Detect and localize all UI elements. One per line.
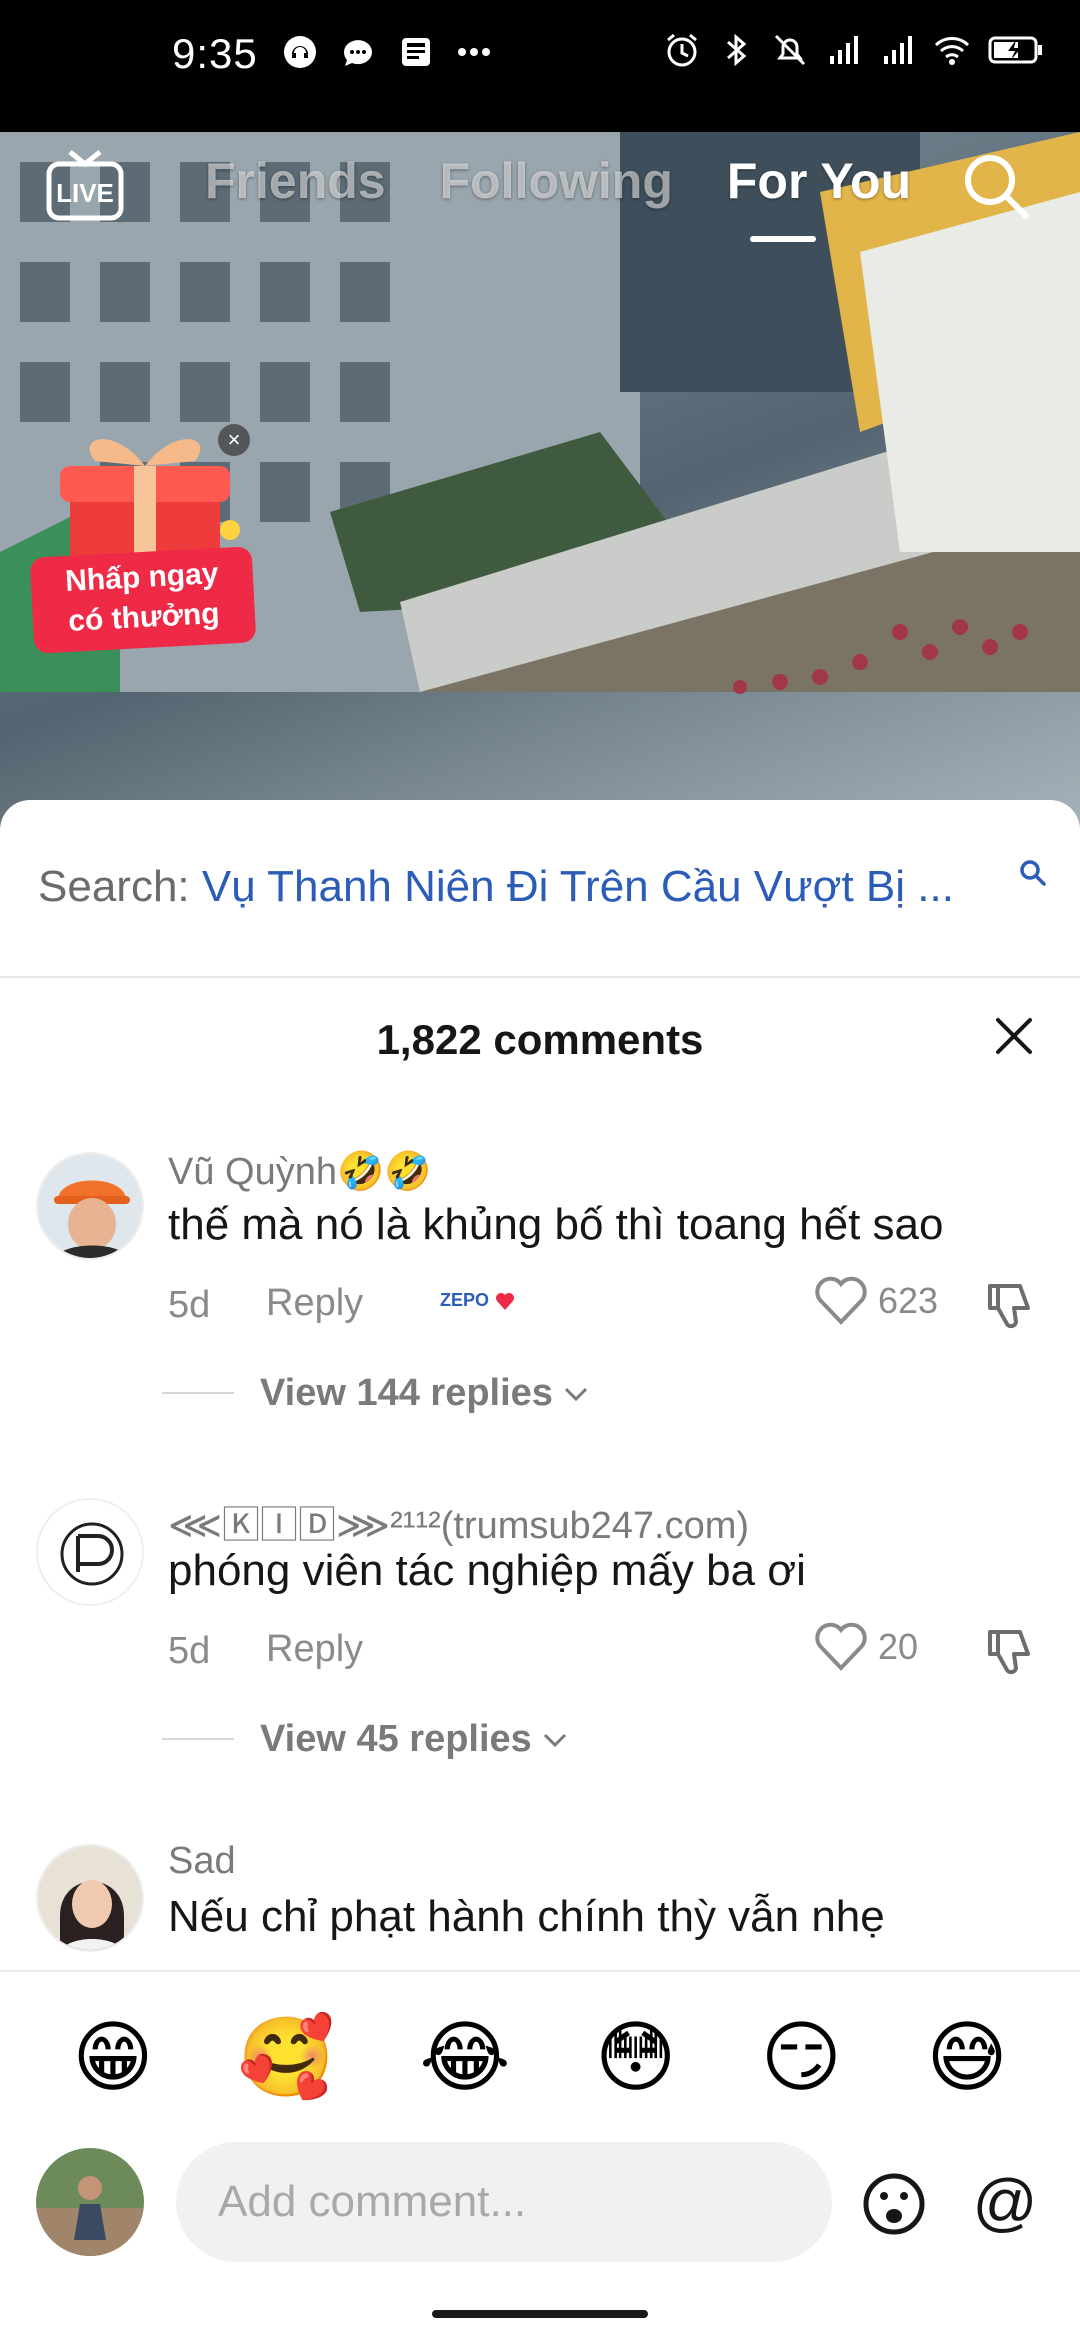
- feed-tabs: Friends Following For You: [205, 152, 965, 210]
- notification-icons: [282, 34, 492, 70]
- comment-age: 5d: [168, 1630, 211, 1672]
- status-time: 9:35: [172, 30, 258, 77]
- more-dots-icon: [458, 48, 490, 56]
- avatar[interactable]: [36, 1152, 144, 1260]
- chat-bubble-icon: [343, 40, 372, 66]
- replies-divider: [162, 1392, 234, 1394]
- chevron-down-icon: [543, 1733, 566, 1747]
- bluetooth-icon: [727, 33, 747, 67]
- emoji-flushed[interactable]: 😳: [595, 2010, 676, 2106]
- bell-muted-icon: [774, 34, 806, 66]
- comment-text: Nếu chỉ phạt hành chính thỳ vẫn nhẹ: [168, 1892, 885, 1941]
- promo-close-button[interactable]: ×: [218, 424, 250, 456]
- divider: [0, 976, 1080, 978]
- news-icon: [402, 38, 430, 66]
- badge-text: ZEPO: [440, 1290, 490, 1310]
- heart-icon: [496, 1293, 515, 1311]
- avatar[interactable]: [36, 1844, 144, 1952]
- search-icon[interactable]: [1018, 858, 1048, 888]
- signal-icon: [830, 36, 858, 64]
- like-button[interactable]: 20: [814, 1622, 918, 1672]
- creator-liked-badge: ZEPO: [440, 1290, 516, 1312]
- avatar-image: [38, 1846, 142, 1950]
- chevron-down-icon: [564, 1387, 588, 1401]
- like-button[interactable]: 623: [814, 1276, 938, 1326]
- comment-age: 5d: [168, 1284, 211, 1326]
- replies-divider: [162, 1738, 234, 1740]
- live-icon[interactable]: LIVE: [46, 148, 124, 222]
- headset-icon: [284, 36, 316, 68]
- emoji-picker-icon[interactable]: [862, 2172, 926, 2236]
- close-icon[interactable]: [992, 1014, 1036, 1058]
- divider: [0, 1970, 1080, 1972]
- promo-label[interactable]: Nhấp ngay có thưởng: [29, 546, 257, 654]
- add-comment-input[interactable]: [176, 2142, 832, 2262]
- view-replies-button[interactable]: View 45 replies: [260, 1718, 568, 1761]
- emoji-tears-of-joy[interactable]: 😂: [419, 2010, 510, 2106]
- view-replies-label: View 45 replies: [260, 1718, 532, 1760]
- tab-following[interactable]: Following: [440, 152, 673, 210]
- comment-author[interactable]: Sad: [168, 1840, 236, 1883]
- search-term-link[interactable]: Vụ Thanh Niên Đi Trên Cầu Vượt Bị ...: [202, 862, 954, 911]
- status-bar: 9:35: [0, 0, 1080, 132]
- avatar[interactable]: [36, 1498, 144, 1606]
- mention-icon[interactable]: @: [970, 2168, 1040, 2238]
- svg-text:LIVE: LIVE: [56, 178, 114, 208]
- comment-author[interactable]: ⋘🄺🄸🄳⋙²¹¹²(trumsub247.com): [168, 1494, 749, 1549]
- active-tab-indicator: [750, 236, 816, 242]
- emoji-smirk[interactable]: 😏: [761, 2010, 842, 2106]
- battery-charging-icon: [988, 36, 1042, 64]
- reply-button[interactable]: Reply: [266, 1282, 363, 1325]
- like-count: 20: [878, 1626, 919, 1667]
- svg-text:@: @: [973, 2168, 1038, 2238]
- emoji-smiling-hearts[interactable]: 🥰: [238, 2010, 335, 2106]
- dislike-icon[interactable]: [984, 1624, 1038, 1678]
- alarm-icon: [667, 33, 697, 67]
- avatar-image: [38, 1154, 142, 1258]
- comment-text: thế mà nó là khủng bố thì toang hết sao: [168, 1200, 944, 1249]
- system-icons: [664, 32, 1044, 68]
- avatar-image: [38, 1500, 142, 1604]
- tab-friends[interactable]: Friends: [205, 152, 386, 210]
- heart-outline-icon: [815, 1276, 867, 1325]
- view-replies-label: View 144 replies: [260, 1372, 553, 1414]
- search-icon[interactable]: [960, 150, 1032, 222]
- my-avatar[interactable]: [36, 2148, 144, 2256]
- comments-count-title: 1,822 comments: [376, 1016, 704, 1063]
- search-suggestion[interactable]: Search: Vụ Thanh Niên Đi Trên Cầu Vượt B…: [38, 862, 1048, 912]
- quick-emoji-bar: 😁 🥰 😂 😳 😏 😅: [0, 2010, 1080, 2106]
- tab-for-you[interactable]: For You: [727, 152, 911, 210]
- heart-outline-icon: [815, 1622, 867, 1671]
- comment-author[interactable]: Vũ Quỳnh🤣🤣: [168, 1150, 432, 1194]
- home-indicator[interactable]: [432, 2310, 648, 2318]
- comment-text: phóng viên tác nghiệp mấy ba ơi: [168, 1546, 806, 1595]
- view-replies-button[interactable]: View 144 replies: [260, 1372, 589, 1415]
- wifi-icon: [934, 37, 970, 65]
- reply-button[interactable]: Reply: [266, 1628, 363, 1671]
- emoji-grin-sweat[interactable]: 😅: [926, 2010, 1007, 2106]
- avatar-image: [36, 2148, 144, 2256]
- signal-icon: [884, 36, 912, 64]
- emoji-grin[interactable]: 😁: [72, 2010, 153, 2106]
- like-count: 623: [878, 1280, 939, 1321]
- dislike-icon[interactable]: [984, 1278, 1038, 1332]
- search-prefix: Search:: [38, 862, 190, 911]
